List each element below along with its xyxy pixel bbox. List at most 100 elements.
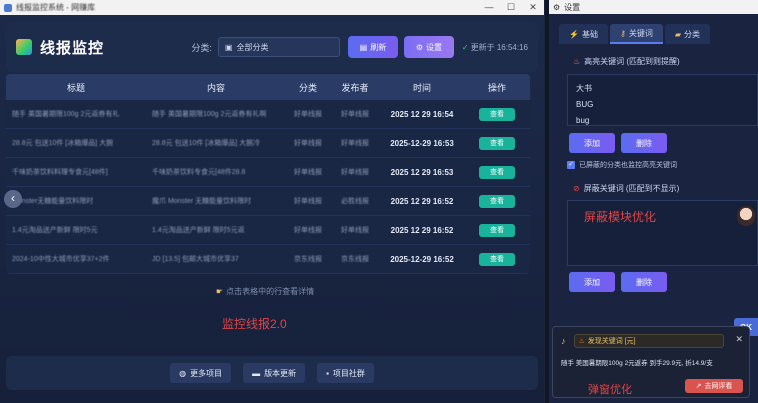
highlight-keywords-label: 高亮关键词 (匹配到则提醒): [584, 57, 680, 66]
row-category: 好单线报: [294, 198, 322, 205]
scroll-left-button[interactable]: ‹: [4, 190, 22, 208]
row-content: 随手 美国暑期限100g 2元返券有礼啊: [152, 111, 267, 118]
settings-button[interactable]: ⚙ 设置: [403, 36, 454, 58]
row-publisher: 必胜线报: [341, 198, 369, 205]
view-button[interactable]: 查看: [479, 223, 515, 237]
block-icon: ⊘: [573, 184, 580, 193]
minimize-button[interactable]: —: [478, 2, 500, 13]
row-content: 魔爪 Monster 无糖能量饮料限时: [152, 198, 252, 205]
popup-view-label: 去网评看: [704, 383, 733, 390]
table-row[interactable]: 28.8元 包送10件 [冰箱爆品] 大腕 28.8元 包送10件 [冰箱爆品] …: [6, 129, 530, 158]
settings-window-icon: ⚙: [553, 2, 561, 12]
column-header-publisher[interactable]: 发布者: [330, 81, 380, 94]
maximize-button[interactable]: ☐: [500, 2, 522, 13]
column-header-content[interactable]: 内容: [146, 81, 286, 94]
view-button[interactable]: 查看: [479, 136, 515, 150]
row-content: 1.4元淘品送产新鲜 限时5元返: [152, 227, 245, 234]
settings-window-title: 设置: [564, 2, 581, 12]
view-button[interactable]: 查看: [479, 194, 515, 208]
row-time: 2025 12 29 16:52: [390, 196, 454, 206]
row-category: 好单线报: [294, 111, 322, 118]
fire-icon: ♨: [578, 338, 585, 345]
main-titlebar: 线报监控系统 - 网赚库 — ☐ ✕: [0, 0, 544, 15]
update-status: ✓ 更新于 16:54:16: [462, 42, 528, 53]
popup-keyword-value: 发现关键词 [元]: [587, 338, 636, 345]
update-time: 更新于 16:54:16: [470, 42, 528, 52]
table-row[interactable]: 随手 美国暑期限100g 2元返券有礼 随手 美国暑期限100g 2元返券有礼啊 好…: [6, 100, 530, 129]
project-community-button[interactable]: ▪ 项目社群: [317, 363, 374, 383]
key-icon: ⚷: [619, 28, 626, 38]
popup-message: 随手 美国暑期限100g 2元返券 到手29.9元, 折14.9/支: [561, 360, 713, 367]
row-content: JD [13.5] 包邮大城市优享37: [152, 256, 239, 263]
table-row[interactable]: 1.4元淘品送产新鲜 限时5元 1.4元淘品送产新鲜 限时5元返 好单线报 好单线报 2…: [6, 216, 530, 245]
view-button[interactable]: 查看: [479, 107, 515, 121]
row-title: 28.8元 包送10件 [冰箱爆品] 大腕: [12, 140, 114, 147]
row-action: 查看: [464, 165, 530, 179]
highlight-keywords-title: ♨ 高亮关键词 (匹配到则提醒): [573, 56, 680, 67]
list-item[interactable]: bug: [576, 113, 749, 125]
column-header-category[interactable]: 分类: [286, 81, 330, 94]
check-icon: ✓: [461, 42, 469, 52]
row-action: 查看: [464, 223, 530, 237]
delete-label: 删除: [636, 138, 652, 148]
row-action: 查看: [464, 252, 530, 266]
hint-text: ☛ 点击表格中的行查看详情: [0, 286, 530, 297]
column-header-action: 操作: [487, 82, 506, 93]
table-row[interactable]: 千味奶茶饮料料理专食元[48件] 千味奶茶饮料专食元[48件28.8 好单线报 好单线…: [6, 158, 530, 187]
row-publisher: 好单线报: [341, 111, 369, 118]
settings-label: 设置: [426, 42, 442, 52]
block-keywords-label: 屏蔽关键词 (匹配到不显示): [583, 184, 680, 193]
keyword-list[interactable]: 大书 BUG bug: [567, 74, 758, 126]
list-item[interactable]: BUG: [576, 97, 749, 113]
settings-tabs: ⚡ 基础 ⚷ 关键词 ▰ 分类: [559, 24, 758, 44]
row-title: 千味奶茶饮料料理专食元[48件]: [12, 169, 108, 176]
checkbox-label: 已屏蔽的分类也监控高亮关键词: [579, 162, 677, 169]
table-body: 随手 美国暑期限100g 2元返券有礼 随手 美国暑期限100g 2元返券有礼啊好…: [6, 100, 530, 274]
annotation-block: 屏蔽模块优化: [584, 210, 657, 224]
view-button[interactable]: 查看: [479, 252, 515, 266]
refresh-button[interactable]: ▤ 刷新: [347, 36, 398, 58]
checkbox-checked-icon: ✓: [567, 161, 575, 169]
monitor-blocked-checkbox[interactable]: ✓ 已屏蔽的分类也监控高亮关键词: [567, 160, 677, 170]
folder-icon: ▣: [224, 42, 233, 52]
row-category: 京东线报: [294, 256, 322, 263]
column-header-time[interactable]: 时间: [380, 81, 464, 94]
row-title: 1.4元淘品送产新鲜 限时5元: [12, 227, 98, 234]
delete-block-button[interactable]: 删除: [621, 272, 667, 292]
row-time: 2025-12-29 16:52: [390, 254, 454, 264]
tab-category[interactable]: ▰ 分类: [664, 24, 710, 44]
row-publisher: 好单线报: [341, 140, 369, 147]
table-row[interactable]: Monster无糖能量饮料限时 魔爪 Monster 无糖能量饮料限时 好单线报 必胜…: [6, 187, 530, 216]
add-keyword-button[interactable]: 添加: [569, 133, 615, 153]
row-publisher: 好单线报: [341, 169, 369, 176]
download-icon: ▬: [252, 368, 261, 378]
table-row[interactable]: 2024-10中性大城市优享37+2件 JD [13.5] 包邮大城市优享37 京东…: [6, 245, 530, 274]
tab-basic[interactable]: ⚡ 基础: [559, 24, 608, 44]
row-title: 2024-10中性大城市优享37+2件: [12, 256, 110, 263]
folder-icon: ▰: [674, 29, 681, 39]
row-action: 查看: [464, 136, 530, 150]
close-button[interactable]: ✕: [522, 2, 544, 13]
tab-keywords-label: 关键词: [628, 28, 653, 38]
category-select[interactable]: ▣ 全部分类: [217, 37, 340, 57]
delete-keyword-button[interactable]: 删除: [621, 133, 667, 153]
row-publisher: 好单线报: [341, 227, 369, 234]
column-header-title[interactable]: 标题: [6, 81, 146, 94]
tab-category-label: 分类: [683, 29, 700, 39]
add-block-button[interactable]: 添加: [569, 272, 615, 292]
more-projects-button[interactable]: ◍ 更多项目: [170, 363, 232, 383]
footer-bar: ◍ 更多项目 ▬ 版本更新 ▪ 项目社群: [6, 356, 538, 390]
version-update-button[interactable]: ▬ 版本更新: [243, 363, 306, 383]
settings-titlebar: ⚙ 设置: [549, 0, 758, 14]
hand-pointer-icon: ☛: [215, 287, 224, 296]
popup-view-button[interactable]: ↗ 去网评看: [685, 379, 743, 393]
popup-close-icon[interactable]: ✕: [735, 334, 743, 345]
list-item[interactable]: 大书: [576, 81, 749, 97]
category-select-value: 全部分类: [236, 42, 269, 52]
tab-keywords[interactable]: ⚷ 关键词: [609, 24, 663, 44]
view-button[interactable]: 查看: [479, 165, 515, 179]
community-icon: ▪: [326, 368, 329, 378]
fire-icon: ♨: [573, 57, 581, 66]
add-block-label: 添加: [584, 277, 600, 287]
avatar: [737, 206, 755, 226]
